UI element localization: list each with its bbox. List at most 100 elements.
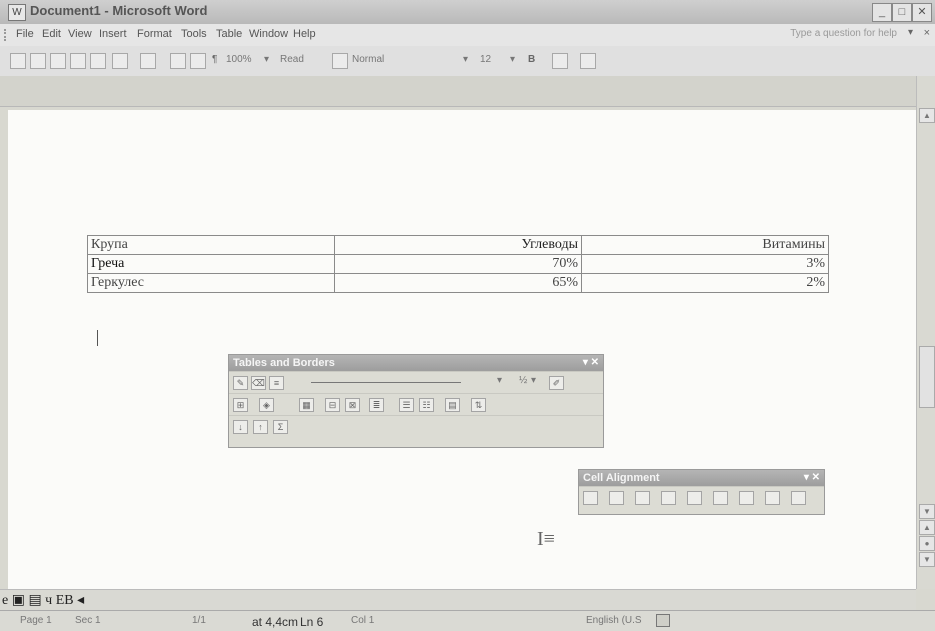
table-cell[interactable]: Геркулес	[87, 273, 335, 293]
zoom-dropdown-icon[interactable]: ▾	[264, 54, 269, 68]
spelling-check-icon[interactable]	[656, 614, 670, 627]
draw-table-icon[interactable]: ✎	[233, 376, 248, 390]
ask-question-box[interactable]: Type a question for help	[790, 28, 897, 39]
outside-border-icon[interactable]: ⊞	[233, 398, 248, 412]
autosum-icon[interactable]: Σ	[273, 420, 288, 434]
word-document-icon[interactable]: W	[8, 4, 26, 21]
table-cell[interactable]: 3%	[581, 254, 829, 274]
permission-icon[interactable]	[70, 53, 86, 69]
align-bottom-left-icon[interactable]	[739, 491, 754, 505]
menu-window[interactable]: Window	[249, 28, 288, 40]
document-page[interactable]	[8, 110, 916, 590]
split-cells-icon[interactable]: ⊠	[345, 398, 360, 412]
border-color-icon[interactable]: ✐	[549, 376, 564, 390]
line-weight-dropdown-icon[interactable]: ▾	[531, 375, 536, 386]
view-buttons[interactable]: е ▣ ▤ ч ЕВ ◂	[2, 592, 84, 609]
open-icon[interactable]	[30, 53, 46, 69]
maximize-button[interactable]: □	[892, 3, 912, 22]
cell-alignment-close-icon[interactable]: ▾ ✕	[804, 470, 820, 486]
align-top-left-icon[interactable]	[583, 491, 598, 505]
align-icon[interactable]: ≣	[369, 398, 384, 412]
redo-icon[interactable]	[140, 53, 156, 69]
menu-table[interactable]: Table	[216, 28, 242, 40]
menu-insert[interactable]: Insert	[99, 28, 127, 40]
status-at: at 4,4cm	[252, 615, 299, 629]
mouse-ibeam-icon: I≡	[537, 528, 555, 550]
font-size-select[interactable]: 12	[480, 54, 491, 68]
menu-file[interactable]: File	[16, 28, 34, 40]
toolbar-title-bar[interactable]: Tables and Borders ▾ ✕	[229, 355, 603, 371]
new-document-icon[interactable]	[10, 53, 26, 69]
menu-help[interactable]: Help	[293, 28, 316, 40]
distribute-columns-icon[interactable]: ☷	[419, 398, 434, 412]
change-text-direction-icon[interactable]: ⇅	[471, 398, 486, 412]
styles-pane-icon[interactable]	[332, 53, 348, 69]
align-center-icon[interactable]	[687, 491, 702, 505]
document-table[interactable]: Крупа Углеводы Витамины Греча 70% 3% Гер…	[87, 235, 829, 293]
print-icon[interactable]	[90, 53, 106, 69]
cell-alignment-title-bar[interactable]: Cell Alignment ▾ ✕	[579, 470, 824, 486]
scroll-down-icon[interactable]: ▼	[919, 504, 935, 519]
table-cell[interactable]: 70%	[334, 254, 582, 274]
ruler[interactable]	[0, 76, 916, 107]
table-cell[interactable]: 2%	[581, 273, 829, 293]
insert-table-icon[interactable]: ▦	[299, 398, 314, 412]
table-autoformat-icon[interactable]: ▤	[445, 398, 460, 412]
vertical-scrollbar[interactable]: ▲ ▼ ▲ ● ▼	[916, 76, 935, 589]
align-bottom-right-icon[interactable]	[791, 491, 806, 505]
line-weight-select[interactable]: ½	[519, 375, 527, 386]
style-dropdown-icon[interactable]: ▾	[463, 54, 468, 68]
insert-table-icon[interactable]	[190, 53, 206, 69]
line-style-dropdown-icon[interactable]: ▾	[497, 375, 502, 386]
align-center-left-icon[interactable]	[661, 491, 676, 505]
bold-button[interactable]: B	[528, 54, 535, 68]
zoom-select[interactable]: 100%	[226, 54, 252, 68]
line-style-icon[interactable]: ≡	[269, 376, 284, 390]
align-top-center-icon[interactable]	[609, 491, 624, 505]
table-cell[interactable]: Крупа	[87, 235, 335, 255]
table-cell[interactable]: Греча	[87, 254, 335, 274]
scroll-up-icon[interactable]: ▲	[919, 108, 935, 123]
sort-ascending-icon[interactable]: ↓	[233, 420, 248, 434]
table-cell[interactable]: Витамины	[581, 235, 829, 255]
eraser-icon[interactable]: ⌫	[251, 376, 266, 390]
style-select[interactable]: Normal	[352, 54, 384, 68]
toolbar-close-icon[interactable]: ▾ ✕	[583, 355, 599, 371]
tables-and-borders-toolbar[interactable]: Tables and Borders ▾ ✕ ✎ ⌫ ≡ ▾ ½ ▾ ✐ ⊞ ◈…	[228, 354, 604, 448]
menu-edit[interactable]: Edit	[42, 28, 61, 40]
next-page-icon[interactable]: ▼	[919, 552, 935, 567]
align-bottom-center-icon[interactable]	[765, 491, 780, 505]
align-top-right-icon[interactable]	[635, 491, 650, 505]
show-hide-icon[interactable]: ¶	[212, 54, 217, 68]
align-center-right-icon[interactable]	[713, 491, 728, 505]
view-bar: е ▣ ▤ ч ЕВ ◂	[0, 589, 916, 611]
ask-dropdown-icon[interactable]: ▾	[908, 27, 913, 38]
scroll-thumb[interactable]	[919, 346, 935, 408]
menu-format[interactable]: Format	[137, 28, 172, 40]
border-icon[interactable]	[580, 53, 596, 69]
font-size-dropdown-icon[interactable]: ▾	[510, 54, 515, 68]
status-column: Col 1	[351, 615, 375, 626]
menu-view[interactable]: View	[68, 28, 92, 40]
text-cursor	[97, 330, 98, 346]
align-left-icon[interactable]	[552, 53, 568, 69]
tables-borders-icon[interactable]	[170, 53, 186, 69]
previous-page-icon[interactable]: ▲	[919, 520, 935, 535]
menu-tools[interactable]: Tools	[181, 28, 207, 40]
merge-cells-icon[interactable]: ⊟	[325, 398, 340, 412]
select-browse-object-icon[interactable]: ●	[919, 536, 935, 551]
undo-icon[interactable]	[112, 53, 128, 69]
distribute-rows-icon[interactable]: ☰	[399, 398, 414, 412]
minimize-button[interactable]: _	[872, 3, 892, 22]
table-cell[interactable]: 65%	[334, 273, 582, 293]
shading-color-icon[interactable]: ◈	[259, 398, 274, 412]
table-cell[interactable]: Углеводы	[334, 235, 582, 255]
line-style-select[interactable]	[311, 382, 461, 383]
close-document-button[interactable]: ×	[924, 27, 930, 39]
sort-descending-icon[interactable]: ↑	[253, 420, 268, 434]
menu-grip[interactable]	[4, 29, 9, 41]
read-button[interactable]: Read	[280, 54, 304, 68]
cell-alignment-toolbar[interactable]: Cell Alignment ▾ ✕	[578, 469, 825, 515]
save-icon[interactable]	[50, 53, 66, 69]
close-window-button[interactable]: ✕	[912, 3, 932, 22]
